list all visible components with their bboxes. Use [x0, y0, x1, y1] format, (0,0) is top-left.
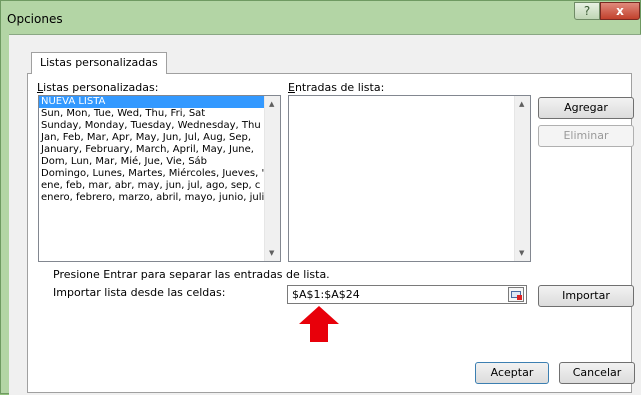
- list-entries-textarea[interactable]: ▲ ▼: [288, 95, 531, 262]
- ok-button-label: Aceptar: [490, 366, 534, 379]
- cancel-button-label: Cancelar: [572, 366, 622, 379]
- dialog-body: Listas personalizadas Listas personaliza…: [9, 34, 641, 395]
- import-button-label: Importar: [562, 289, 610, 302]
- custom-lists-scrollbar[interactable]: ▲ ▼: [264, 96, 280, 261]
- delete-button[interactable]: Eliminar: [538, 125, 634, 147]
- list-entries-scrollbar[interactable]: ▲ ▼: [514, 96, 530, 261]
- add-button-label: Agregar: [564, 101, 608, 114]
- close-button[interactable]: x: [600, 2, 640, 20]
- hint-text: Presione Entrar para separar las entrada…: [53, 268, 330, 281]
- help-icon: ?: [583, 4, 591, 18]
- list-item[interactable]: Dom, Lun, Mar, Mié, Jue, Vie, Sáb: [39, 156, 266, 168]
- ok-button[interactable]: Aceptar: [475, 362, 549, 384]
- list-item[interactable]: Sun, Mon, Tue, Wed, Thu, Fri, Sat: [39, 108, 266, 120]
- add-button[interactable]: Agregar: [538, 97, 634, 119]
- help-button[interactable]: ?: [574, 2, 600, 20]
- scroll-down-icon[interactable]: ▼: [269, 249, 274, 257]
- import-range-value: $A$1:$A$24: [292, 288, 360, 301]
- dialog-title: Opciones: [7, 12, 63, 26]
- custom-lists-listbox[interactable]: NUEVA LISTA Sun, Mon, Tue, Wed, Thu, Fri,…: [38, 95, 281, 262]
- range-picker-icon[interactable]: [508, 287, 524, 302]
- list-item[interactable]: Sunday, Monday, Tuesday, Wednesday, Thu: [39, 120, 266, 132]
- import-from-label: Importar lista desde las celdas:: [53, 286, 226, 299]
- delete-button-label: Eliminar: [563, 129, 609, 142]
- scroll-down-icon[interactable]: ▼: [519, 249, 524, 257]
- close-icon: x: [616, 4, 624, 18]
- list-item[interactable]: enero, febrero, marzo, abril, mayo, juni…: [39, 192, 266, 204]
- scroll-up-icon[interactable]: ▲: [519, 100, 524, 108]
- list-item[interactable]: Domingo, Lunes, Martes, Miércoles, Jueve…: [39, 168, 266, 180]
- custom-lists-items: NUEVA LISTA Sun, Mon, Tue, Wed, Thu, Fri,…: [39, 96, 280, 204]
- list-item[interactable]: January, February, March, April, May, Ju…: [39, 144, 266, 156]
- list-item[interactable]: ene, feb, mar, abr, may, jun, jul, ago, …: [39, 180, 266, 192]
- tab-custom-lists[interactable]: Listas personalizadas: [31, 52, 167, 74]
- list-item[interactable]: Jan, Feb, Mar, Apr, May, Jun, Jul, Aug, …: [39, 132, 266, 144]
- custom-lists-label: Listas personalizadas:: [37, 81, 159, 94]
- list-entries-label: Entradas de lista:: [288, 81, 385, 94]
- scroll-up-icon[interactable]: ▲: [269, 100, 274, 108]
- options-dialog: Opciones ? x Listas personalizadas Lista…: [0, 0, 641, 395]
- import-button[interactable]: Importar: [538, 285, 634, 307]
- cancel-button[interactable]: Cancelar: [559, 362, 635, 384]
- import-range-input[interactable]: $A$1:$A$24: [287, 285, 527, 304]
- annotation-arrow-icon: [299, 306, 339, 342]
- list-item[interactable]: NUEVA LISTA: [39, 96, 266, 108]
